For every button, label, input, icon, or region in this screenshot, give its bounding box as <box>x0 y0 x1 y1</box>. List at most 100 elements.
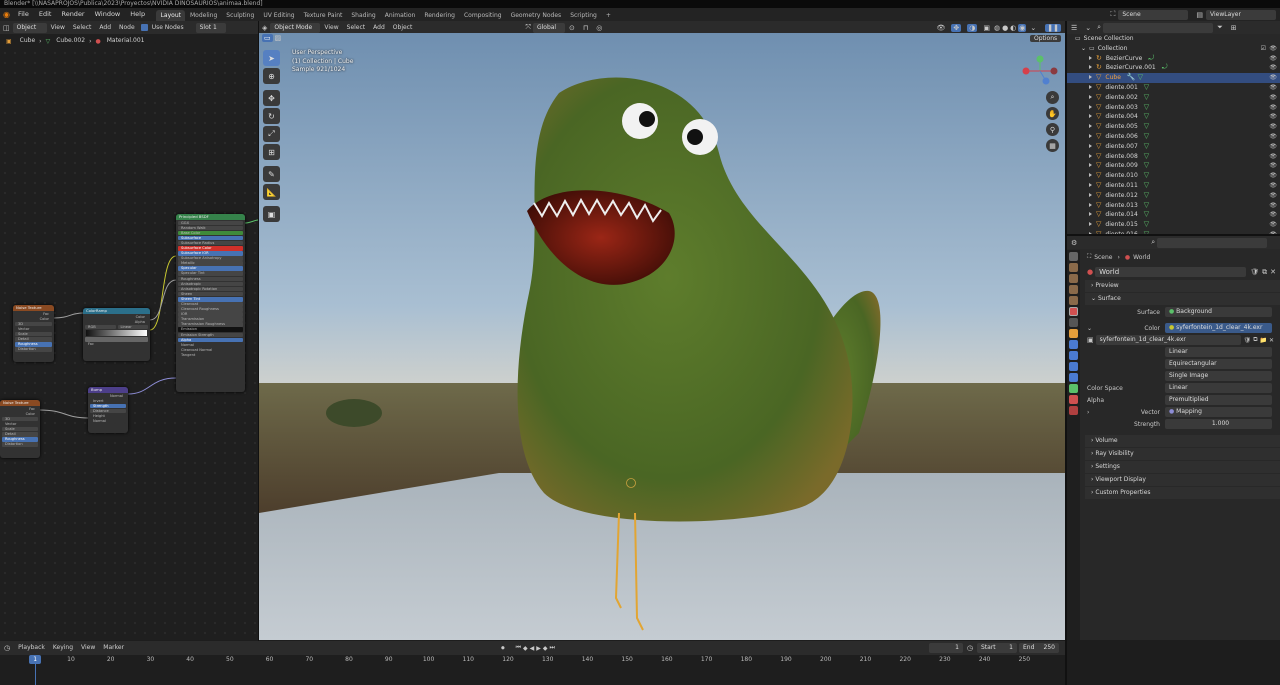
expand-icon[interactable] <box>1089 75 1092 80</box>
dimensions-field[interactable]: 3D <box>15 321 52 327</box>
move-tool-icon[interactable]: ✥ <box>263 90 280 106</box>
pivot-icon[interactable]: ⊙ <box>569 24 575 32</box>
vector-field[interactable]: ● Mapping <box>1165 407 1272 417</box>
subsurface-ior-field[interactable]: Subsurface IOR <box>178 251 243 256</box>
orientation-dropdown[interactable]: Global <box>532 22 565 33</box>
unlink-icon[interactable]: ✕ <box>1270 268 1276 276</box>
alpha-field[interactable]: Alpha <box>178 337 243 343</box>
transform-tool-icon[interactable]: ⊞ <box>263 144 280 160</box>
outliner-search-icon[interactable]: ⌕ <box>1095 23 1103 32</box>
texture-tab-icon[interactable] <box>1069 406 1078 415</box>
eye-icon[interactable]: 👁 <box>1269 161 1277 171</box>
expand-icon[interactable] <box>1089 182 1092 187</box>
metallic-field[interactable]: Metallic <box>178 261 243 266</box>
snap-icon[interactable]: ⊓ <box>583 24 588 32</box>
unlink-icon[interactable]: ✕ <box>1269 337 1274 344</box>
viewport-object-menu[interactable]: Object <box>389 23 417 33</box>
eye-icon[interactable]: 👁 <box>1269 122 1277 132</box>
anisotropic-field[interactable]: Anisotropic <box>178 281 243 287</box>
distortion-field[interactable]: Distortion <box>2 442 38 447</box>
outliner-item[interactable]: ▽ diente.012 ▽ 👁 <box>1067 191 1280 201</box>
expand-icon[interactable] <box>1089 55 1092 60</box>
tab-animation[interactable]: Animation <box>380 10 420 21</box>
panel-settings[interactable]: › Settings <box>1085 461 1280 473</box>
expand-icon[interactable] <box>1089 212 1092 217</box>
sheen-field[interactable]: Sheen <box>178 291 243 297</box>
roughness-socket[interactable]: Roughness <box>178 276 243 282</box>
subsurface-color-field[interactable]: Subsurface Color <box>178 245 243 251</box>
eye-icon[interactable]: 👁 <box>1269 44 1277 54</box>
fac-socket[interactable]: Fac <box>15 312 52 317</box>
source-dropdown[interactable]: Single Image <box>1165 371 1272 381</box>
prev-keyframe-icon[interactable]: ◆ <box>523 645 528 652</box>
outliner-search-input[interactable] <box>1103 22 1214 33</box>
cursor-tool-icon[interactable]: ⊕ <box>263 68 280 84</box>
vector-socket[interactable]: Vector <box>15 327 52 332</box>
measure-tool-icon[interactable]: 📐 <box>263 184 280 200</box>
eye-icon[interactable]: 👁 <box>1269 112 1277 122</box>
camera-icon[interactable]: ⚲ <box>1046 123 1059 136</box>
viewport-add-menu[interactable]: Add <box>369 23 389 33</box>
panel-viewport-display[interactable]: › Viewport Display <box>1085 474 1280 486</box>
current-frame-field[interactable]: 1 <box>928 643 963 653</box>
overlay-toggle-icon[interactable]: ◑ <box>967 23 978 32</box>
mode-dropdown[interactable]: Object Mode <box>270 22 321 33</box>
subsurface-field[interactable]: Subsurface <box>178 235 243 241</box>
eye-icon[interactable]: 👁 <box>1269 103 1277 113</box>
select-tool-icon[interactable]: ➤ <box>263 50 280 66</box>
pause-render-icon[interactable]: ❚❚ <box>1045 23 1061 32</box>
detail-field[interactable]: Detail <box>2 431 38 437</box>
pan-hand-icon[interactable]: ✋ <box>1046 107 1059 120</box>
node-select-menu[interactable]: Select <box>69 23 96 33</box>
color-field[interactable]: ● syferfontein_1d_clear_4k.exr <box>1165 323 1272 333</box>
alpha-dropdown[interactable]: Premultiplied <box>1165 395 1272 405</box>
expand-icon[interactable] <box>1089 163 1092 168</box>
subsurface-method-field[interactable]: Random Walk <box>178 225 243 231</box>
start-frame-field[interactable]: Start 1 <box>977 643 1017 653</box>
principled-bsdf-node[interactable]: Principled BSDF GGX Random Walk Base Col… <box>176 214 245 392</box>
eye-icon[interactable]: 👁 <box>1269 191 1277 201</box>
annotate-tool-icon[interactable]: ✎ <box>263 166 280 182</box>
filter-icon[interactable]: ⏷ <box>1213 23 1227 32</box>
properties-editor-icon[interactable]: ⚙ <box>1067 239 1081 247</box>
interpolation-dropdown[interactable]: Linear <box>1165 347 1272 357</box>
eye-icon[interactable]: 👁 <box>1269 73 1277 83</box>
fake-user-icon[interactable]: 🛡 <box>1244 337 1252 344</box>
outliner-item[interactable]: ▽ diente.006 ▽ 👁 <box>1067 132 1280 142</box>
eye-icon[interactable]: 👁 <box>1269 142 1277 152</box>
scene-collection-row[interactable]: ▭ Scene Collection <box>1067 34 1280 44</box>
playback-menu[interactable]: Playback <box>14 643 49 653</box>
bump-node[interactable]: Bump Normal Invert Strength Distance Hei… <box>88 387 128 433</box>
fake-user-icon[interactable]: 🛡 <box>1250 268 1259 276</box>
rotate-tool-icon[interactable]: ↻ <box>263 108 280 124</box>
view-layer-tab-icon[interactable] <box>1069 285 1078 294</box>
clearcoat-field[interactable]: Clearcoat <box>178 302 243 307</box>
distance-field[interactable]: Distance <box>90 408 126 414</box>
expand-icon[interactable] <box>1089 192 1092 197</box>
expand-icon[interactable] <box>1089 143 1092 148</box>
distribution-field[interactable]: GGX <box>178 220 243 226</box>
shading-rendered-icon[interactable]: ◉ <box>1018 23 1027 32</box>
fac-socket[interactable]: Fac <box>2 407 38 412</box>
jump-start-icon[interactable]: ⏮ <box>516 644 521 652</box>
fac-socket[interactable]: Fac <box>85 342 148 347</box>
expand-icon[interactable] <box>1089 124 1092 129</box>
tab-compositing[interactable]: Compositing <box>459 10 506 21</box>
interpolation-field[interactable]: Linear <box>117 324 148 330</box>
anisotropic-rotation-field[interactable]: Anisotropic Rotation <box>178 286 243 292</box>
navigation-gizmo[interactable] <box>1018 55 1062 95</box>
select-box-icon[interactable]: ▭ <box>262 34 273 42</box>
node-view-menu[interactable]: View <box>47 23 69 33</box>
expand-icon[interactable] <box>1089 94 1092 99</box>
world-tab-icon[interactable] <box>1069 307 1078 316</box>
timeline-view-menu[interactable]: View <box>77 643 99 653</box>
scale-tool-icon[interactable]: ⤢ <box>263 126 280 142</box>
specular-field[interactable]: Specular <box>178 266 243 271</box>
normal-output-socket[interactable]: Normal <box>90 394 126 399</box>
height-socket[interactable]: Height <box>90 414 126 419</box>
dimensions-field[interactable]: 3D <box>2 416 38 422</box>
menu-help[interactable]: Help <box>125 8 150 21</box>
proportional-edit-icon[interactable]: ◎ <box>596 24 602 32</box>
outliner-item[interactable]: ▽ diente.005 ▽ 👁 <box>1067 122 1280 132</box>
menu-render[interactable]: Render <box>56 8 89 21</box>
